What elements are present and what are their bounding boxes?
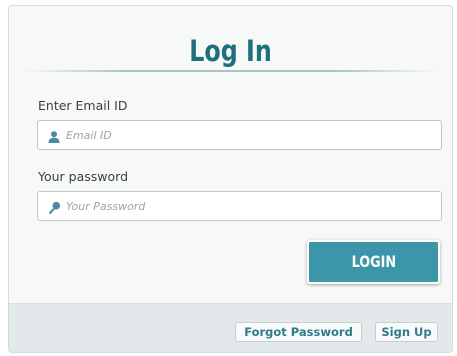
user-icon (47, 129, 61, 143)
email-label: Enter Email ID (38, 98, 128, 113)
sign-up-button[interactable]: Sign Up (375, 322, 438, 342)
password-input[interactable] (66, 192, 436, 220)
login-button-label: LOGIN (351, 252, 396, 271)
login-button[interactable]: LOGIN (307, 240, 440, 284)
key-icon (47, 200, 61, 214)
email-field[interactable] (37, 120, 442, 150)
password-label: Your password (38, 169, 129, 184)
login-title: Log In (189, 34, 272, 68)
email-input[interactable] (66, 121, 436, 149)
title-divider (23, 70, 438, 72)
password-field[interactable] (37, 191, 442, 221)
login-footer: Forgot Password Sign Up (9, 303, 452, 352)
login-card: Log In Enter Email ID Your password LOGI… (8, 5, 453, 353)
forgot-password-button[interactable]: Forgot Password (235, 322, 362, 342)
